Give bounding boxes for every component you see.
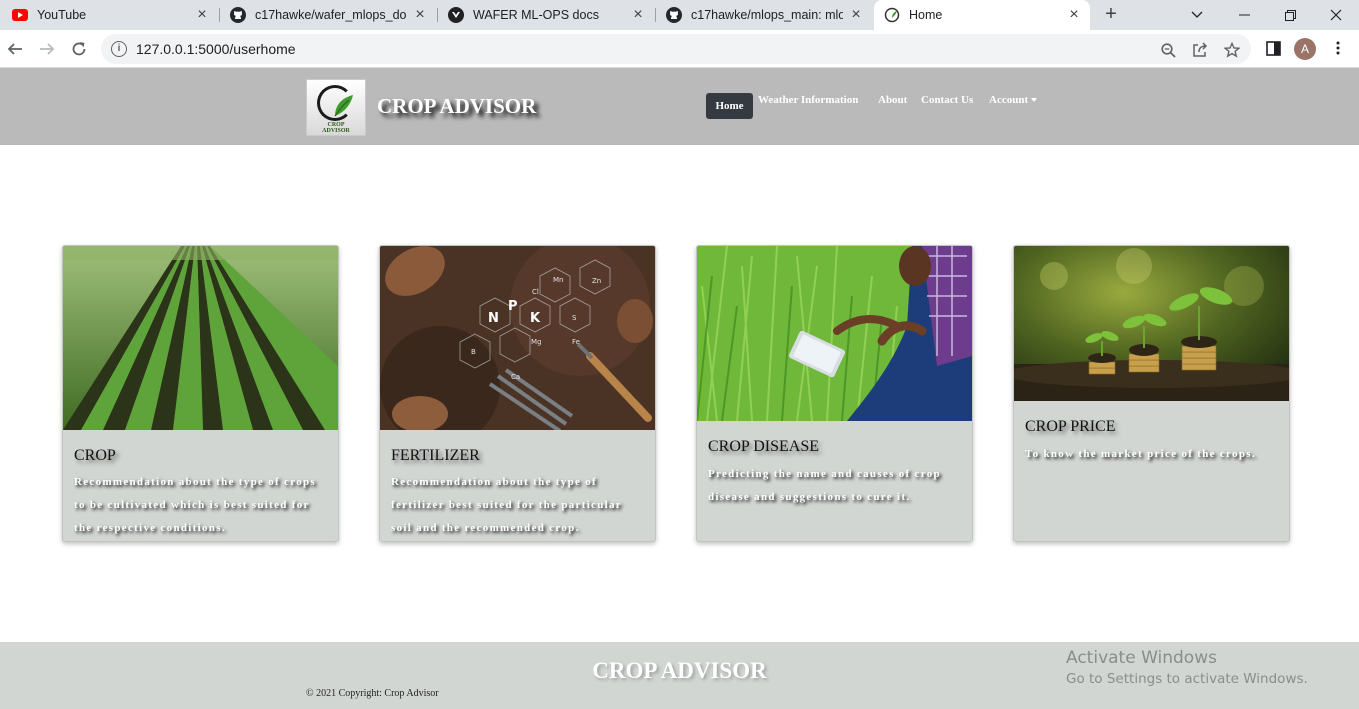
nav-account-label: Account: [989, 94, 1029, 106]
leaf-icon: [334, 95, 353, 117]
close-window-icon[interactable]: [1313, 0, 1359, 30]
share-icon[interactable]: [1191, 41, 1209, 59]
coins-seedlings-image: [1014, 246, 1289, 401]
tab-mlops-main-repo[interactable]: c17hawke/mlops_main: mlop ×: [666, 0, 872, 30]
logo-caption: CROP ADVISOR: [307, 122, 365, 134]
npk-label-fe: Fe: [572, 338, 580, 346]
nav-home[interactable]: Home: [706, 93, 753, 119]
tab-title: Home: [909, 8, 943, 22]
close-tab-icon[interactable]: ×: [630, 7, 646, 23]
nav-weather-information[interactable]: Weather Information: [758, 94, 858, 106]
back-arrow-icon[interactable]: [4, 38, 26, 60]
crop-advisor-favicon-icon: [884, 7, 900, 23]
npk-label-p: P: [508, 299, 518, 314]
tab-home[interactable]: Home ×: [874, 0, 1090, 30]
docs-icon: [448, 7, 464, 23]
crop-field-image: [63, 246, 338, 430]
caret-down-icon: [1031, 98, 1038, 103]
github-icon: [230, 7, 246, 23]
card-description: To know the market price of the crops.: [1025, 448, 1256, 460]
card-title: CROP PRICE: [1025, 418, 1116, 435]
tab-divider: [219, 8, 220, 22]
logo-caption-line2: ADVISOR: [322, 128, 350, 134]
npk-label-k: K: [530, 311, 541, 326]
nav-account-dropdown[interactable]: Account: [989, 94, 1038, 106]
zoom-icon[interactable]: [1159, 41, 1177, 59]
new-tab-icon[interactable]: +: [1100, 4, 1122, 26]
tab-divider: [655, 8, 656, 22]
close-tab-icon[interactable]: ×: [194, 7, 210, 23]
browser-tab-bar: YouTube × c17hawke/wafer_mlops_docs × WA…: [0, 0, 1359, 30]
card-crop[interactable]: CROP Recommendation about the type of cr…: [62, 245, 339, 542]
tab-title: c17hawke/wafer_mlops_docs: [255, 8, 407, 22]
tab-title: WAFER ML-OPS docs: [473, 8, 599, 22]
card-description: Recommendation about the type of crops t…: [74, 476, 316, 534]
npk-label-zn: Zn: [592, 277, 601, 285]
github-icon: [666, 7, 682, 23]
nav-about[interactable]: About: [878, 94, 907, 106]
tab-youtube[interactable]: YouTube ×: [12, 0, 218, 30]
activate-windows-subtitle: Go to Settings to activate Windows.: [1066, 671, 1308, 687]
npk-label-b: B: [471, 348, 476, 356]
tab-divider: [437, 8, 438, 22]
close-tab-icon[interactable]: ×: [412, 7, 428, 23]
browser-toolbar: i 127.0.0.1:5000/userhome: [0, 30, 1359, 68]
address-bar[interactable]: i 127.0.0.1:5000/userhome: [101, 34, 1251, 64]
close-tab-icon[interactable]: ×: [1066, 7, 1082, 23]
npk-label-cl: Cl: [532, 288, 539, 296]
npk-label-n: N: [488, 311, 499, 326]
side-panel-icon[interactable]: [1263, 38, 1283, 58]
site-info-icon[interactable]: i: [111, 41, 127, 57]
close-tab-icon[interactable]: ×: [848, 7, 864, 23]
crop-advisor-logo[interactable]: CROP ADVISOR: [306, 79, 366, 136]
profile-avatar[interactable]: A: [1294, 38, 1316, 60]
card-title: FERTILIZER: [391, 447, 480, 464]
brand-title[interactable]: CROP ADVISOR: [377, 94, 536, 119]
card-description: Predicting the name and causes of crop d…: [708, 468, 941, 503]
minimize-icon[interactable]: [1221, 0, 1267, 30]
npk-label-s: S: [572, 314, 577, 322]
site-navbar: CROP ADVISOR CROP ADVISOR Home Weather I…: [0, 68, 1359, 145]
card-description: Recommendation about the type of fertili…: [391, 476, 622, 534]
restore-icon[interactable]: [1267, 0, 1313, 30]
url-text[interactable]: 127.0.0.1:5000/userhome: [136, 41, 296, 57]
nav-contact-us[interactable]: Contact Us: [921, 94, 973, 106]
tab-search-chevron-icon[interactable]: [1174, 0, 1220, 30]
farmer-tablet-image: [697, 246, 972, 421]
forward-arrow-icon[interactable]: [36, 38, 58, 60]
bookmark-star-icon[interactable]: [1223, 41, 1241, 59]
fertilizer-soil-image: N P K Cl Zn S Mg Fe B Ca Mn: [380, 246, 655, 430]
tab-title: c17hawke/mlops_main: mlop: [691, 8, 843, 22]
activate-windows-watermark: Activate Windows Go to Settings to activ…: [1066, 648, 1308, 687]
card-title: CROP DISEASE: [708, 438, 819, 455]
tab-title: YouTube: [37, 8, 87, 22]
card-title: CROP: [74, 447, 116, 464]
card-crop-price[interactable]: CROP PRICE To know the market price of t…: [1013, 245, 1290, 542]
tab-wafer-mlops-docs-repo[interactable]: c17hawke/wafer_mlops_docs ×: [230, 0, 436, 30]
activate-windows-title: Activate Windows: [1066, 648, 1217, 668]
copyright-text: © 2021 Copyright: Crop Advisor: [306, 688, 439, 699]
npk-label-mn: Mn: [553, 276, 563, 284]
reload-icon[interactable]: [68, 38, 90, 60]
browser-menu-icon[interactable]: [1328, 38, 1348, 58]
youtube-icon: [12, 7, 28, 23]
card-crop-disease[interactable]: CROP DISEASE Predicting the name and cau…: [696, 245, 973, 542]
tab-wafer-mlops-docs[interactable]: WAFER ML-OPS docs ×: [448, 0, 654, 30]
npk-label-mg: Mg: [531, 338, 541, 346]
npk-label-ca: Ca: [511, 373, 520, 381]
card-fertilizer[interactable]: N P K Cl Zn S Mg Fe B Ca Mn FERTILIZER R…: [379, 245, 656, 542]
